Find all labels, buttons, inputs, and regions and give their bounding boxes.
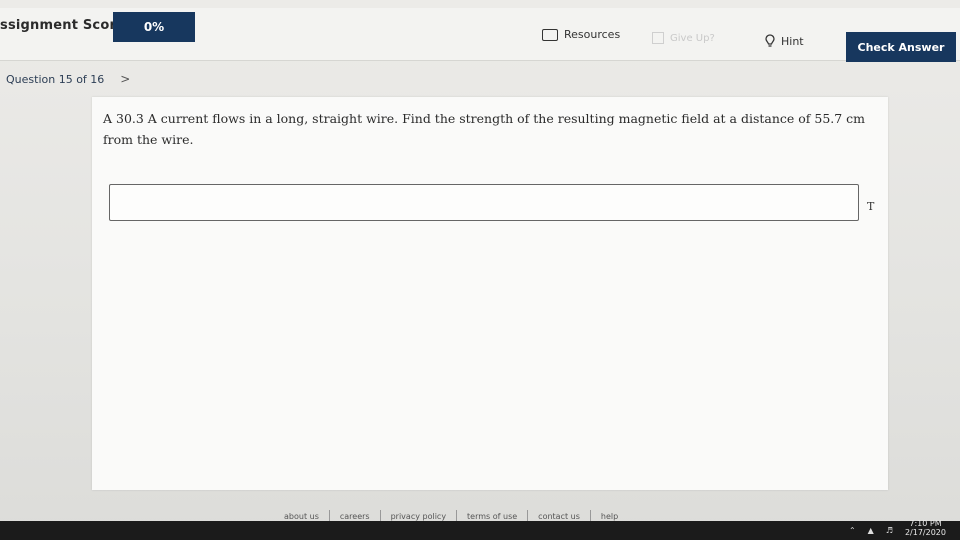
resources-label: Resources — [564, 28, 621, 41]
give-up-button[interactable]: Give Up? — [652, 32, 715, 44]
answer-unit-label: T — [867, 200, 875, 213]
volume-icon[interactable]: ♬ — [886, 526, 893, 535]
resources-button[interactable]: Resources — [542, 28, 620, 41]
assignment-score-label: ssignment Score: — [0, 18, 131, 33]
footer-link-privacy-policy[interactable]: privacy policy — [381, 512, 456, 521]
chevron-right-icon[interactable]: > — [120, 72, 130, 86]
header-bar: ssignment Score: 0% Resources Give Up? H… — [0, 8, 960, 62]
footer-link-terms-of-use[interactable]: terms of use — [457, 512, 527, 521]
check-answer-button[interactable]: Check Answer — [846, 32, 956, 62]
give-up-icon — [652, 32, 664, 44]
question-card: A 30.3 A current flows in a long, straig… — [92, 97, 888, 490]
network-icon[interactable]: ▲ — [868, 526, 874, 535]
lightbulb-icon — [765, 34, 775, 47]
hint-button[interactable]: Hint — [765, 34, 804, 48]
question-counter: Question 15 of 16 — [6, 72, 105, 86]
page: ssignment Score: 0% Resources Give Up? H… — [0, 0, 960, 540]
footer-link-careers[interactable]: careers — [330, 512, 380, 521]
taskbar-clock[interactable]: 7:10 PM 2/17/2020 — [905, 519, 946, 537]
answer-input[interactable] — [109, 184, 859, 221]
footer-link-contact-us[interactable]: contact us — [528, 512, 590, 521]
give-up-label: Give Up? — [670, 32, 715, 44]
footer-link-help[interactable]: help — [591, 512, 628, 521]
clock-date: 2/17/2020 — [904, 527, 946, 537]
os-taskbar: ⌃ ▲ ♬ 7:10 PM 2/17/2020 — [0, 519, 960, 540]
clock-time: 7:10 PM — [909, 518, 942, 528]
folder-icon — [542, 28, 558, 41]
question-navigation: Question 15 of 16 > — [6, 72, 130, 86]
hint-label: Hint — [781, 34, 804, 48]
system-tray: ⌃ ▲ ♬ 7:10 PM 2/17/2020 — [849, 519, 946, 540]
question-text: A 30.3 A current flows in a long, straig… — [103, 111, 866, 147]
assignment-score-badge: 0% — [113, 12, 195, 42]
footer-link-about-us[interactable]: about us — [284, 512, 329, 521]
tray-chevron-up-icon[interactable]: ⌃ — [849, 526, 856, 535]
